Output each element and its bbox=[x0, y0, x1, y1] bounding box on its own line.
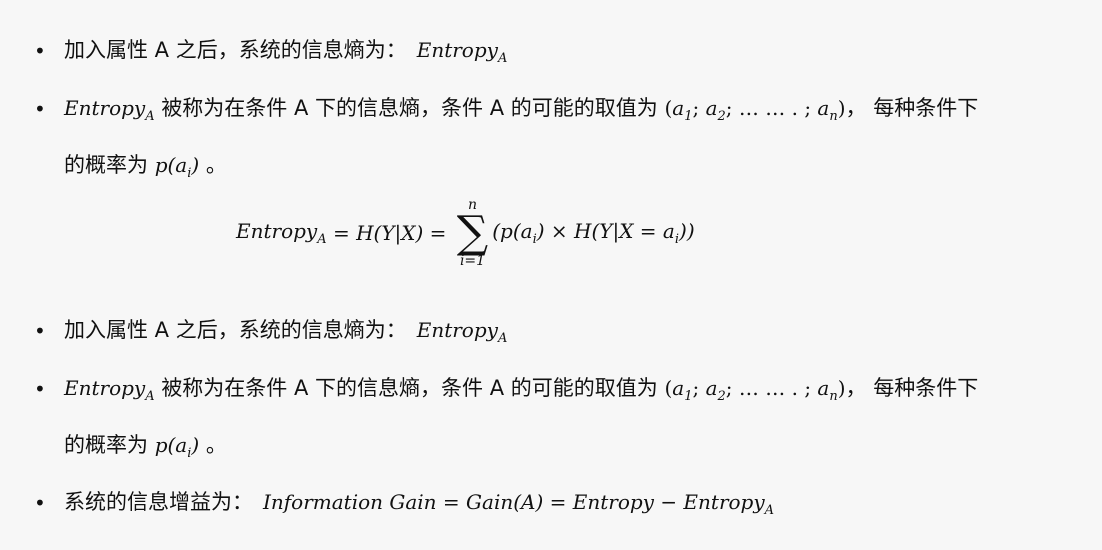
conditional-entropy-formula: EntropyA = H(Y|X) = n ∑ i=1 (p(ai) × H(Y… bbox=[236, 197, 695, 269]
math-information-gain: Information Gain = Gain(A) = Entropy − E… bbox=[263, 490, 775, 518]
item-continuation: 的概率为 p(ai) 。 bbox=[64, 153, 227, 181]
item-text: 加入属性 A 之后，系统的信息熵为： bbox=[64, 318, 407, 342]
item-text: 被称为在条件 A 下的信息熵，条件 A 的可能的取值为 bbox=[161, 96, 658, 120]
math-probability: p(ai) bbox=[154, 433, 200, 461]
math-entropy-a: EntropyA bbox=[416, 38, 508, 66]
item-continuation: 的概率为 p(ai) 。 bbox=[64, 433, 227, 461]
bullet: • bbox=[34, 319, 46, 343]
summation-symbol: n ∑ i=1 bbox=[456, 197, 489, 269]
math-value-set: (a1; a2; … … . ; an) bbox=[664, 96, 846, 124]
bullet: • bbox=[34, 97, 46, 121]
item-entropy-after-attribute: 加入属性 A 之后，系统的信息熵为： EntropyA bbox=[64, 315, 507, 354]
bullet: • bbox=[34, 39, 46, 63]
item-text: 加入属性 A 之后，系统的信息熵为： bbox=[64, 38, 407, 62]
item-text: 被称为在条件 A 下的信息熵，条件 A 的可能的取值为 bbox=[161, 376, 658, 400]
item-text-tail: ， 每种条件下 bbox=[845, 376, 979, 400]
bullet: • bbox=[34, 377, 46, 401]
document-page: • 加入属性 A 之后，系统的信息熵为： EntropyA • EntropyA … bbox=[0, 0, 1102, 550]
item-conditional-entropy: EntropyA 被称为在条件 A 下的信息熵，条件 A 的可能的取值为 (a1… bbox=[64, 93, 978, 132]
item-entropy-after-attribute: 加入属性 A 之后，系统的信息熵为： EntropyA bbox=[64, 35, 507, 74]
math-entropy-a: EntropyA bbox=[64, 96, 155, 124]
math-probability: p(ai) bbox=[154, 153, 200, 181]
math-entropy-a: EntropyA bbox=[416, 318, 508, 346]
math-entropy-a: EntropyA bbox=[64, 376, 155, 404]
item-conditional-entropy: EntropyA 被称为在条件 A 下的信息熵，条件 A 的可能的取值为 (a1… bbox=[64, 373, 978, 412]
item-information-gain: 系统的信息增益为： Information Gain = Gain(A) = En… bbox=[64, 487, 774, 526]
bullet: • bbox=[34, 491, 46, 515]
item-text-tail: ， 每种条件下 bbox=[845, 96, 979, 120]
math-value-set: (a1; a2; … … . ; an) bbox=[664, 376, 846, 404]
item-text: 系统的信息增益为： bbox=[64, 490, 253, 514]
